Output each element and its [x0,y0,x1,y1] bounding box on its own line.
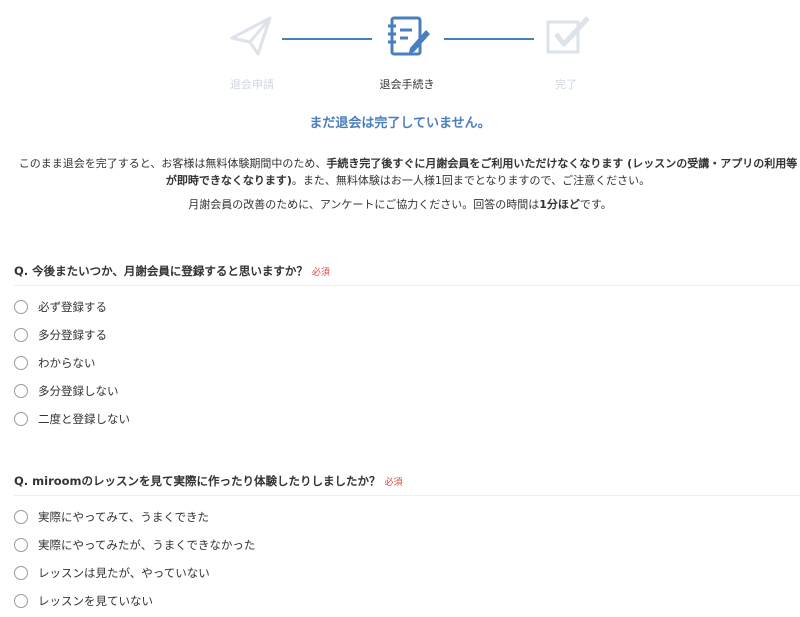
question-title: Q. 今後またいつか、月謝会員に登録すると思いますか？ 必須 [14,263,800,286]
radio-button[interactable] [14,300,28,314]
option-tried-failed[interactable]: 実際にやってみたが、うまくできなかった [14,531,800,559]
radio-button[interactable] [14,538,28,552]
option-label: わからない [38,356,96,370]
option-probably-not[interactable]: 多分登録しない [14,377,800,405]
option-not-watched[interactable]: レッスンを見ていない [14,587,800,615]
question-title: Q. miroomのレッスンを見て実際に作ったり体験したりしましたか？ 必須 [14,473,800,496]
option-label: 必ず登録する [38,300,107,314]
question-1: Q. 今後またいつか、月謝会員に登録すると思いますか？ 必須 必ず登録する 多分登… [14,263,800,433]
survey-note: 月謝会員の改善のために、アンケートにご協力ください。回答の時間は1分ほどです。 [0,196,800,212]
paper-plane-icon [228,12,276,60]
option-never[interactable]: 二度と登録しない [14,405,800,433]
option-label: 二度と登録しない [38,412,130,426]
radio-button[interactable] [14,594,28,608]
progress-stepper: 退会申請 退会手続き 完了 [0,12,800,91]
radio-button[interactable] [14,356,28,370]
radio-button[interactable] [14,510,28,524]
question-text: Q. 今後またいつか、月謝会員に登録すると思いますか？ [14,264,308,278]
radio-button[interactable] [14,328,28,342]
notice-text: このまま退会を完了すると、お客様は無料体験期間中のため、 [18,157,327,170]
radio-button[interactable] [14,384,28,398]
step-label-complete: 完了 [555,78,577,91]
option-label: 実際にやってみて、うまくできた [38,510,210,524]
radio-button[interactable] [14,412,28,426]
page-headline: まだ退会は完了していません。 [309,116,491,131]
option-label: 実際にやってみたが、うまくできなかった [38,538,256,552]
step-label-procedure: 退会手続き [379,78,435,91]
option-label: レッスンを見ていない [38,594,153,608]
option-register-definitely[interactable]: 必ず登録する [14,293,800,321]
option-watched-not-tried[interactable]: レッスンは見たが、やっていない [14,559,800,587]
question-2: Q. miroomのレッスンを見て実際に作ったり体験したりしましたか？ 必須 実際… [14,473,800,615]
step-connector [444,38,534,40]
option-dont-know[interactable]: わからない [14,349,800,377]
question-text: Q. miroomのレッスンを見て実際に作ったり体験したりしましたか？ [14,474,381,488]
step-label-apply: 退会申請 [230,78,274,91]
notice-text-2: 。また、無料体験はお一人様1回までとなりますので、ご注意ください。 [291,174,651,187]
required-badge: 必須 [384,478,403,488]
checkbox-icon [544,12,592,60]
survey-note-text: 月謝会員の改善のために、アンケートにご協力ください。回答の時間は [188,198,540,211]
option-label: レッスンは見たが、やっていない [38,566,210,580]
document-pen-icon [384,12,432,60]
radio-button[interactable] [14,566,28,580]
survey-note-duration: 1分ほど [539,198,580,211]
option-register-probably[interactable]: 多分登録する [14,321,800,349]
cancellation-notice: このまま退会を完了すると、お客様は無料体験期間中のため、手続き完了後すぐに月謝会… [18,155,798,189]
option-label: 多分登録しない [38,384,119,398]
option-tried-success[interactable]: 実際にやってみて、うまくできた [14,503,800,531]
option-label: 多分登録する [38,328,107,342]
step-connector [282,38,372,40]
required-badge: 必須 [311,268,330,278]
survey-note-suffix: です。 [579,198,612,211]
